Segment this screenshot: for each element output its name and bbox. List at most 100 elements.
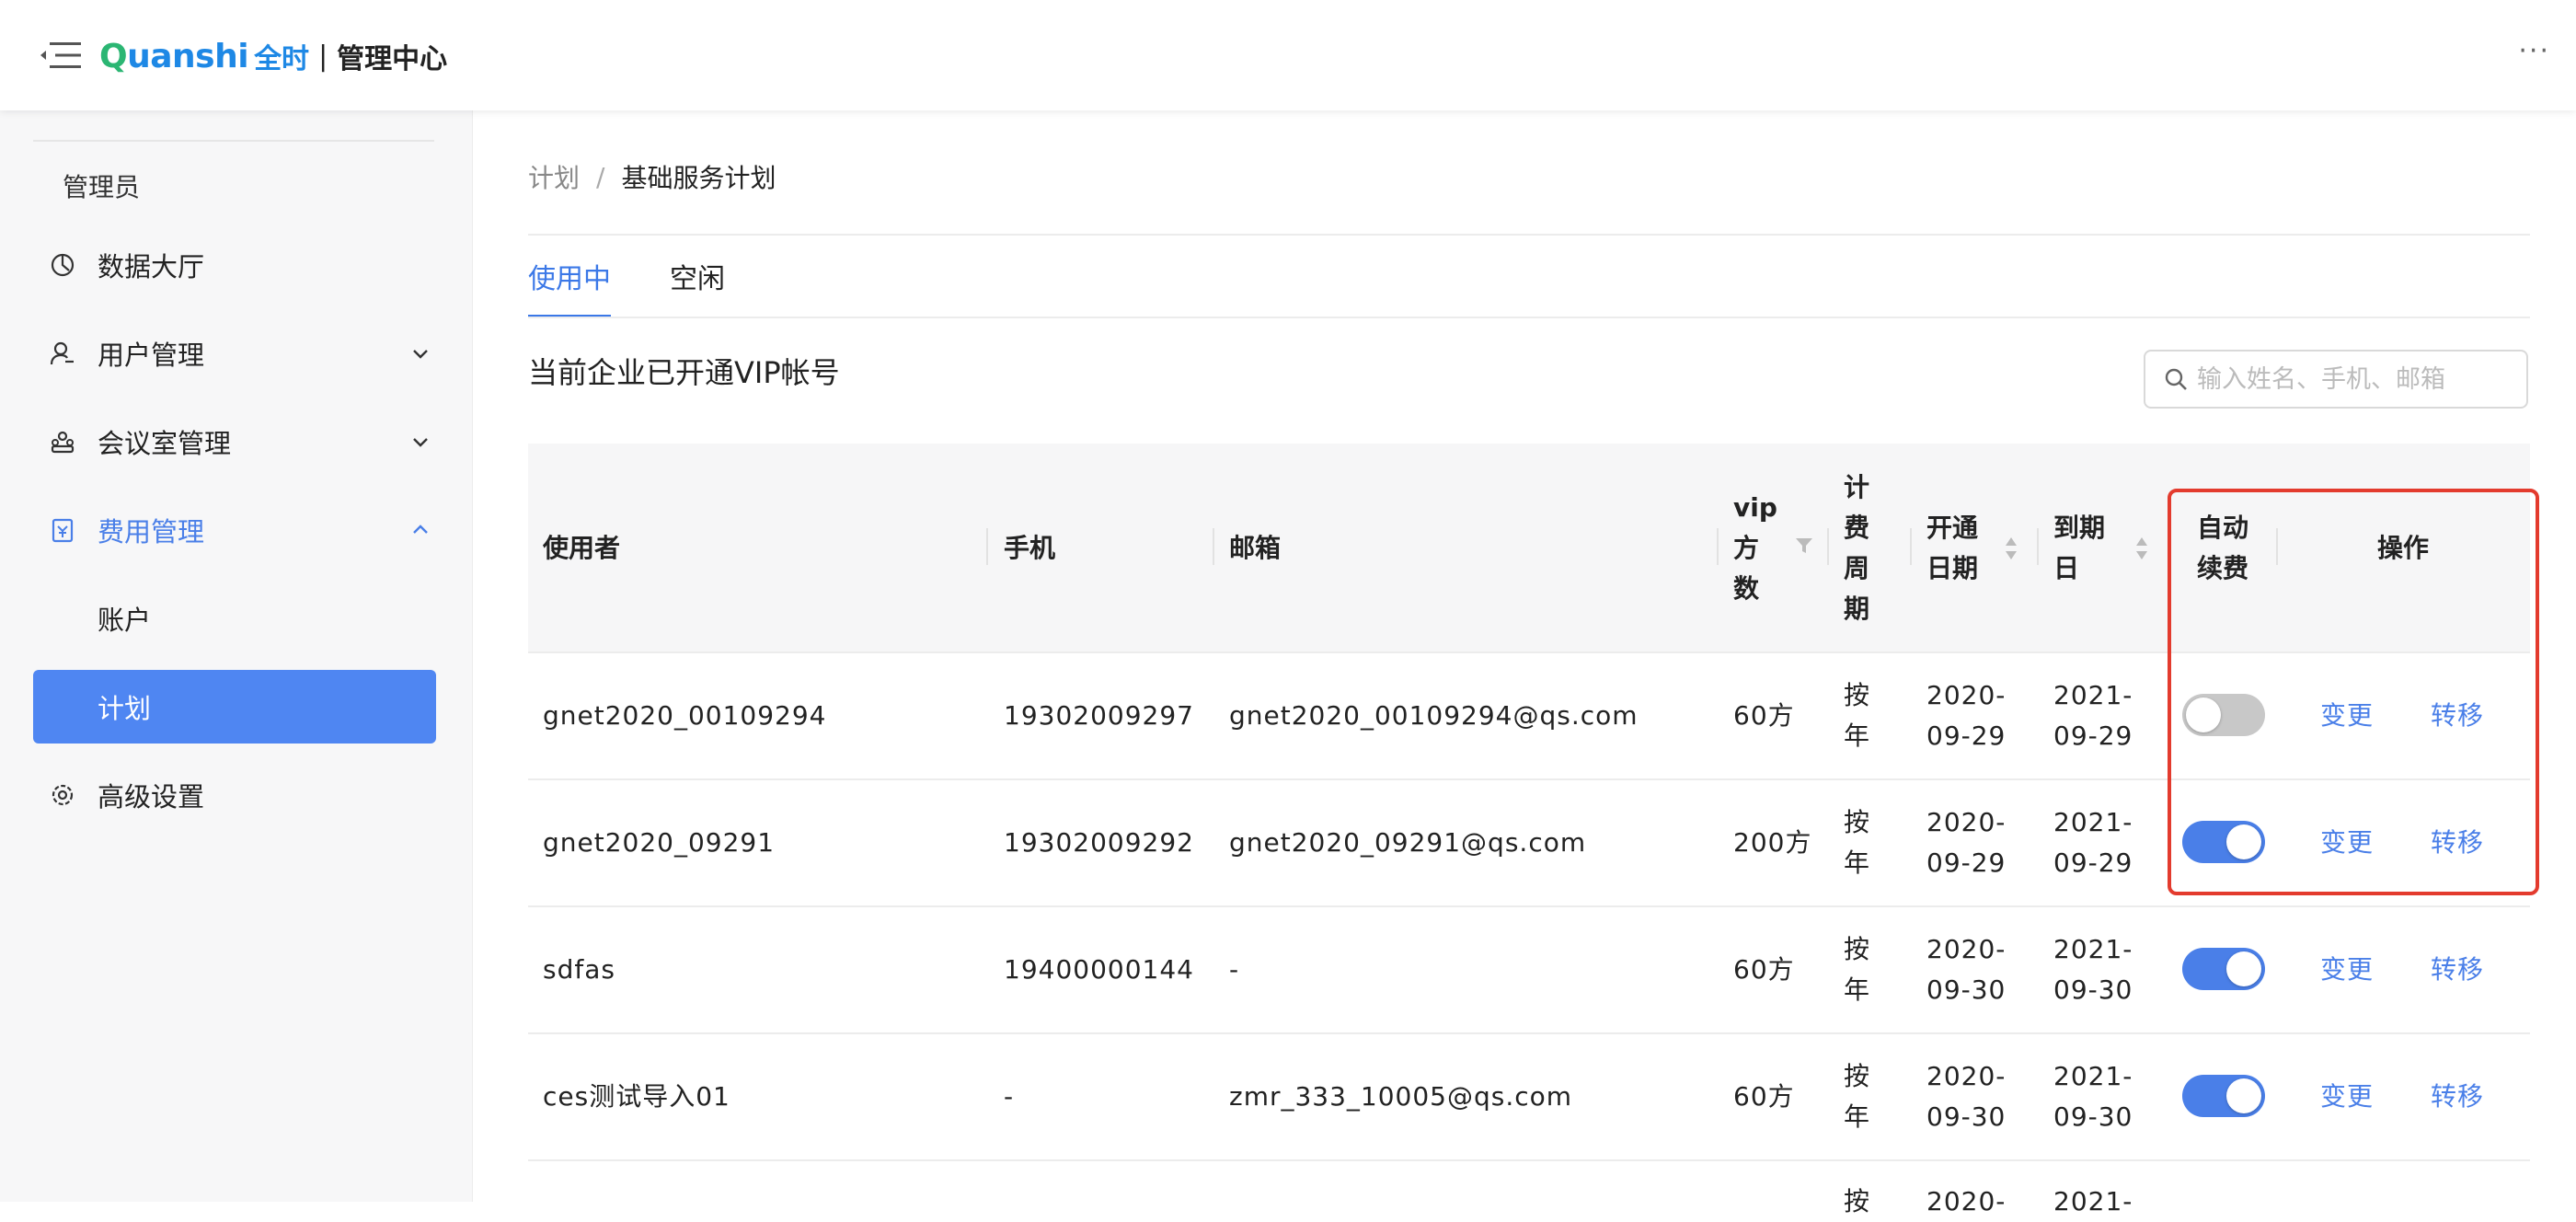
chevron-up-icon	[413, 525, 428, 534]
column-divider	[1213, 528, 1214, 565]
sidebar-item-advanced-settings[interactable]: 高级设置	[33, 758, 436, 832]
sidebar-item-plan[interactable]: 计划	[33, 670, 436, 744]
tab-idle[interactable]: 空闲	[670, 256, 725, 296]
row-divider	[528, 1159, 2530, 1161]
cell-email: gnet2020_00109294@qs.com	[1229, 700, 1639, 731]
brand-cn-name: 全时	[254, 43, 310, 75]
cell-user: ces测试导入01	[543, 1081, 730, 1112]
more-menu-button[interactable]: ···	[2518, 35, 2550, 67]
column-header-auto-line: 自动	[2197, 513, 2249, 543]
billing-icon	[52, 518, 74, 543]
sidebar-item-label: 费用管理	[98, 516, 205, 548]
column-header-vip-line: vip	[1733, 492, 1777, 523]
sidebar-item-label: 账户	[98, 605, 152, 636]
sidebar-item-label: 数据大厅	[98, 251, 205, 282]
sort-icon[interactable]	[2004, 536, 2018, 561]
cell-cycle: 按	[1844, 1186, 1871, 1216]
auto-renew-toggle[interactable]	[2182, 821, 2265, 863]
brand-wordmark: Quanshi	[99, 37, 249, 75]
transfer-link[interactable]: 转移	[2431, 1077, 2484, 1117]
cell-expire-date: 09-30	[2053, 1101, 2133, 1132]
cell-cycle: 年	[1844, 847, 1871, 878]
cell-expire-date: 2021-	[2053, 1061, 2133, 1091]
cell-email: zmr_333_10005@qs.com	[1229, 1081, 1573, 1112]
change-link[interactable]: 变更	[2320, 696, 2374, 736]
cell-open-date: 2020-	[1926, 934, 2007, 964]
cell-cycle: 按	[1844, 1061, 1871, 1091]
app-title: 管理中心	[337, 43, 448, 75]
cell-cycle: 年	[1844, 974, 1871, 1005]
sidebar-item-dashboard[interactable]: 数据大厅	[33, 228, 436, 302]
sort-icon[interactable]	[2134, 536, 2149, 561]
sidebar: 管理员 数据大厅 用户管理 会议室管理 费用管理 账户 计划 高级设置	[0, 110, 473, 1202]
settings-icon	[52, 784, 74, 806]
change-link[interactable]: 变更	[2320, 1077, 2374, 1117]
cell-open-date: 09-30	[1926, 974, 2007, 1005]
tabs-divider	[528, 317, 2530, 318]
row-divider	[528, 778, 2530, 780]
sidebar-item-account[interactable]: 账户	[33, 582, 436, 655]
sidebar-item-billing[interactable]: 费用管理	[33, 493, 436, 567]
chevron-down-icon	[413, 438, 428, 447]
change-link[interactable]: 变更	[2320, 950, 2374, 990]
column-header-cycle-line: 计	[1844, 472, 1870, 502]
section-title: 当前企业已开通VIP帐号	[528, 355, 840, 390]
sidebar-item-label: 会议室管理	[98, 428, 232, 459]
cell-user: gnet2020_09291	[543, 827, 776, 858]
cell-expire-date: 2021-	[2053, 1186, 2133, 1216]
cell-email: gnet2020_09291@qs.com	[1229, 827, 1587, 858]
column-header-vip-line: 数	[1733, 573, 1760, 604]
column-header-cycle-line: 期	[1844, 594, 1870, 624]
transfer-link[interactable]: 转移	[2431, 823, 2484, 863]
cell-expire-date: 09-29	[2053, 721, 2133, 751]
column-header-ops: 操作	[2377, 533, 2430, 563]
sidebar-item-meeting-rooms[interactable]: 会议室管理	[33, 405, 436, 478]
cell-expire-date: 09-30	[2053, 974, 2133, 1005]
meeting-room-icon	[51, 431, 75, 454]
column-header-cycle-line: 周	[1844, 553, 1870, 583]
tab-in-use[interactable]: 使用中	[528, 256, 611, 296]
cell-vip: 60方	[1733, 954, 1795, 985]
cell-expire-date: 2021-	[2053, 680, 2133, 710]
column-header-expire-line: 到期	[2053, 513, 2106, 543]
search-input[interactable]	[2197, 364, 2510, 394]
cell-expire-date: 09-29	[2053, 847, 2133, 878]
breadcrumb-divider	[528, 234, 2530, 236]
sidebar-item-users[interactable]: 用户管理	[33, 317, 436, 390]
cell-user: sdfas	[543, 954, 615, 985]
transfer-link[interactable]: 转移	[2431, 696, 2484, 736]
auto-renew-toggle[interactable]	[2182, 694, 2265, 736]
filter-icon[interactable]	[1794, 536, 1814, 556]
row-divider	[528, 905, 2530, 907]
cell-vip: 60方	[1733, 1081, 1795, 1112]
auto-renew-toggle[interactable]	[2182, 948, 2265, 990]
toggle-knob	[2226, 824, 2261, 859]
search-box[interactable]	[2144, 350, 2528, 409]
change-link[interactable]: 变更	[2320, 823, 2374, 863]
column-header-email: 邮箱	[1229, 533, 1282, 563]
auto-renew-toggle[interactable]	[2182, 1075, 2265, 1117]
brand-separator: |	[318, 40, 328, 73]
cell-user: gnet2020_00109294	[543, 700, 827, 731]
column-header-open-line: 开通	[1926, 513, 1979, 543]
breadcrumb: 计划 / 基础服务计划	[528, 158, 776, 195]
row-divider	[528, 1032, 2530, 1034]
column-divider	[1717, 528, 1719, 565]
cell-vip: 60方	[1733, 700, 1795, 731]
cell-phone: 19302009297	[1004, 700, 1194, 731]
toggle-knob	[2226, 1078, 2261, 1113]
cell-open-date: 2020-	[1926, 807, 2007, 837]
sidebar-role-label: 管理员	[63, 172, 141, 202]
menu-fold-icon[interactable]	[40, 39, 83, 72]
cell-phone: -	[1004, 1081, 1015, 1112]
column-header-expire-line: 日	[2053, 553, 2080, 583]
breadcrumb-separator: /	[596, 161, 605, 192]
breadcrumb-parent-link[interactable]: 计划	[528, 158, 580, 195]
cell-cycle: 按	[1844, 680, 1871, 710]
cell-expire-date: 2021-	[2053, 807, 2133, 837]
column-header-phone: 手机	[1004, 533, 1056, 563]
column-header-auto-line: 续费	[2197, 553, 2249, 583]
transfer-link[interactable]: 转移	[2431, 950, 2484, 990]
chevron-down-icon	[413, 350, 428, 359]
cell-phone: 19302009292	[1004, 827, 1194, 858]
